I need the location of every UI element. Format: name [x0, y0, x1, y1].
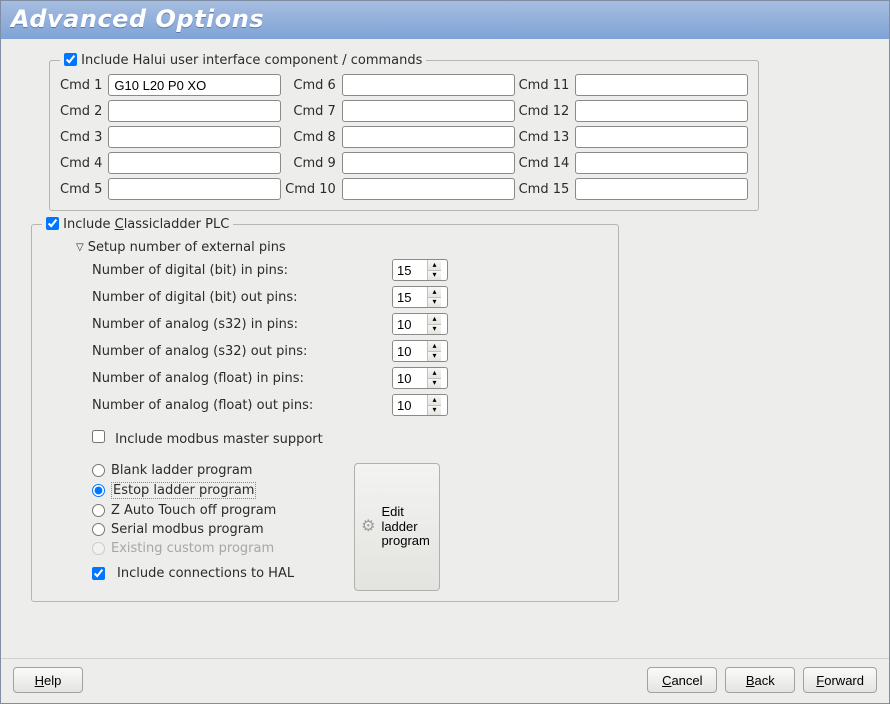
radio-serial-modbus[interactable]: Serial modbus program [92, 522, 294, 537]
radio-estop-ladder[interactable]: Estop ladder program [92, 482, 294, 499]
spin-up-icon[interactable]: ▴ [428, 287, 441, 298]
cmd-input-14[interactable] [575, 152, 748, 174]
cmd-label: Cmd 8 [285, 130, 338, 145]
cmd-label: Cmd 4 [60, 156, 104, 171]
halui-group: Include Halui user interface component /… [49, 53, 759, 211]
digital-bit-in-value[interactable] [393, 260, 427, 280]
radio-existing-custom-input [92, 542, 105, 555]
cmd-input-15[interactable] [575, 178, 748, 200]
cmd-label: Cmd 10 [285, 182, 338, 197]
spin-up-icon[interactable]: ▴ [428, 368, 441, 379]
cmd-input-13[interactable] [575, 126, 748, 148]
spin-down-icon[interactable]: ▾ [428, 271, 441, 281]
cmd-label: Cmd 1 [60, 78, 104, 93]
back-button[interactable]: Back [725, 667, 795, 693]
radio-estop-ladder-input[interactable] [92, 484, 105, 497]
pins-label: Number of analog (float) out pins: [92, 398, 392, 413]
cmd-label: Cmd 13 [519, 130, 572, 145]
hal-connections-label: Include connections to HAL [117, 566, 294, 581]
spin-up-icon[interactable]: ▴ [428, 341, 441, 352]
cmd-input-3[interactable] [108, 126, 281, 148]
cmd-label: Cmd 9 [285, 156, 338, 171]
radio-blank-ladder-input[interactable] [92, 464, 105, 477]
pins-label: Number of digital (bit) in pins: [92, 263, 392, 278]
analog-float-in-value[interactable] [393, 368, 427, 388]
cmd-input-6[interactable] [342, 74, 515, 96]
spin-up-icon[interactable]: ▴ [428, 260, 441, 271]
analog-float-in-spinbox[interactable]: ▴▾ [392, 367, 448, 389]
cmd-input-11[interactable] [575, 74, 748, 96]
spin-down-icon[interactable]: ▾ [428, 298, 441, 308]
help-button[interactable]: Help [13, 667, 83, 693]
digital-bit-out-value[interactable] [393, 287, 427, 307]
pins-expander-label: Setup number of external pins [88, 240, 286, 255]
radio-serial-modbus-input[interactable] [92, 523, 105, 536]
window-title: Advanced Options [1, 1, 889, 39]
cmd-label: Cmd 3 [60, 130, 104, 145]
cmd-input-2[interactable] [108, 100, 281, 122]
forward-button[interactable]: Forward [803, 667, 877, 693]
spin-down-icon[interactable]: ▾ [428, 325, 441, 335]
digital-bit-in-spinbox[interactable]: ▴▾ [392, 259, 448, 281]
pins-label: Number of analog (float) in pins: [92, 371, 392, 386]
spin-down-icon[interactable]: ▾ [428, 379, 441, 389]
analog-s32-out-value[interactable] [393, 341, 427, 361]
spin-up-icon[interactable]: ▴ [428, 395, 441, 406]
radio-z-auto-touch[interactable]: Z Auto Touch off program [92, 503, 294, 518]
pins-label: Number of analog (s32) out pins: [92, 344, 392, 359]
halui-legend: Include Halui user interface component /… [81, 53, 422, 68]
analog-float-out-value[interactable] [393, 395, 427, 415]
cmd-input-12[interactable] [575, 100, 748, 122]
radio-z-auto-touch-input[interactable] [92, 504, 105, 517]
digital-bit-out-spinbox[interactable]: ▴▾ [392, 286, 448, 308]
modbus-support-label: Include modbus master support [115, 432, 323, 447]
analog-s32-out-spinbox[interactable]: ▴▾ [392, 340, 448, 362]
gear-icon: ⚙ [361, 519, 375, 535]
edit-ladder-label: Edit ladder program [381, 505, 433, 550]
modbus-support-row[interactable]: Include modbus master support [92, 432, 323, 447]
cmd-input-1[interactable] [108, 74, 281, 96]
spin-down-icon[interactable]: ▾ [428, 406, 441, 416]
radio-blank-ladder[interactable]: Blank ladder program [92, 463, 294, 478]
hal-connections-row[interactable]: Include connections to HAL [92, 566, 294, 581]
cmd-input-4[interactable] [108, 152, 281, 174]
analog-s32-in-spinbox[interactable]: ▴▾ [392, 313, 448, 335]
cmd-label: Cmd 12 [519, 104, 572, 119]
modbus-support-checkbox[interactable] [92, 430, 105, 443]
plc-group: Include Classicladder PLC ▽ Setup number… [31, 217, 619, 602]
chevron-down-icon: ▽ [76, 242, 84, 253]
plc-include-checkbox[interactable] [46, 217, 59, 230]
cmd-input-5[interactable] [108, 178, 281, 200]
analog-float-out-spinbox[interactable]: ▴▾ [392, 394, 448, 416]
cmd-label: Cmd 2 [60, 104, 104, 119]
cmd-input-9[interactable] [342, 152, 515, 174]
cmd-label: Cmd 15 [519, 182, 572, 197]
pins-label: Number of digital (bit) out pins: [92, 290, 392, 305]
cmd-label: Cmd 6 [285, 78, 338, 93]
edit-ladder-button[interactable]: ⚙ Edit ladder program [354, 463, 440, 591]
cmd-label: Cmd 11 [519, 78, 572, 93]
cmd-label: Cmd 7 [285, 104, 338, 119]
analog-s32-in-value[interactable] [393, 314, 427, 334]
radio-existing-custom: Existing custom program [92, 541, 294, 556]
cmd-label: Cmd 14 [519, 156, 572, 171]
cmd-input-7[interactable] [342, 100, 515, 122]
plc-legend: Include Classicladder PLC [63, 217, 229, 232]
hal-connections-checkbox[interactable] [92, 567, 105, 580]
spin-up-icon[interactable]: ▴ [428, 314, 441, 325]
cmd-input-8[interactable] [342, 126, 515, 148]
cmd-input-10[interactable] [342, 178, 515, 200]
halui-include-checkbox[interactable] [64, 53, 77, 66]
pins-label: Number of analog (s32) in pins: [92, 317, 392, 332]
spin-down-icon[interactable]: ▾ [428, 352, 441, 362]
cancel-button[interactable]: Cancel [647, 667, 717, 693]
pins-expander[interactable]: ▽ Setup number of external pins [76, 240, 608, 255]
cmd-label: Cmd 5 [60, 182, 104, 197]
